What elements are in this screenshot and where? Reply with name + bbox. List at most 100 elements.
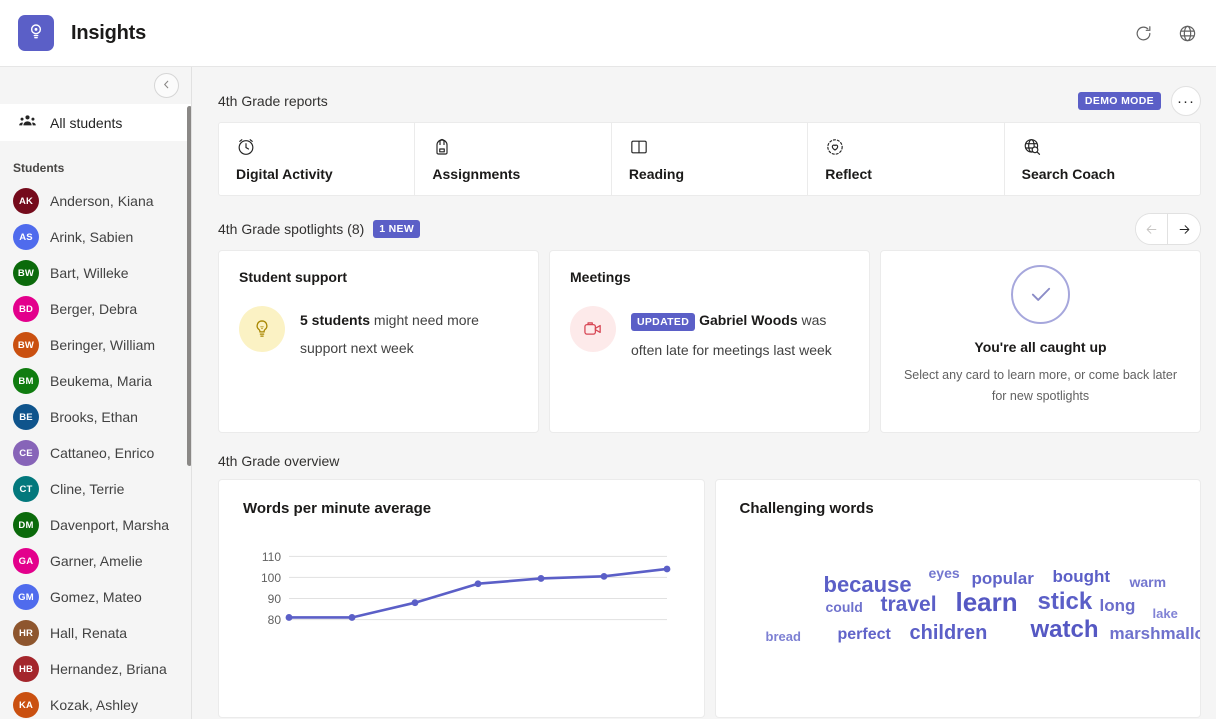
student-list-item[interactable]: KAKozak, Ashley [0, 687, 192, 719]
student-list-item[interactable]: BWBart, Willeke [0, 255, 192, 291]
report-tab-reading[interactable]: Reading [612, 123, 808, 195]
overview-card-words-per-minute[interactable]: Words per minute average 8090100110 [218, 479, 705, 718]
lightbulb-icon [239, 306, 285, 352]
report-tab-label: Reading [629, 166, 807, 182]
student-list-item[interactable]: AK Anderson, Kiana [0, 183, 192, 219]
avatar: HB [13, 656, 39, 682]
student-name: Beukema, Maria [50, 373, 152, 389]
word-cloud-word[interactable]: marshmallow [1110, 625, 1202, 642]
word-cloud-word[interactable]: lake [1153, 607, 1178, 620]
word-cloud-word[interactable]: watch [1031, 618, 1099, 642]
student-list-item[interactable]: HR Hall, Renata [0, 615, 192, 651]
overview-card-challenging-words[interactable]: Challenging words becauseeyespopularboug… [715, 479, 1202, 718]
student-name: Beringer, William [50, 337, 155, 353]
report-tab-label: Digital Activity [236, 166, 414, 182]
student-name: Anderson, Kiana [50, 193, 154, 209]
chart-line [289, 569, 667, 617]
avatar: CT [13, 476, 39, 502]
chart-data-point[interactable] [286, 614, 293, 621]
word-cloud-word[interactable]: bought [1053, 568, 1111, 585]
spotlight-card-caught-up[interactable]: You're all caught up Select any card to … [880, 250, 1201, 433]
student-list-item[interactable]: BMBeukema, Maria [0, 363, 192, 399]
student-list-item[interactable]: DM Davenport, Marsha [0, 507, 192, 543]
chart-data-point[interactable] [601, 573, 608, 580]
y-axis-tick-label: 80 [268, 613, 282, 627]
word-cloud-word[interactable]: stick [1038, 590, 1093, 614]
report-tab-label: Assignments [432, 166, 610, 182]
student-list-item[interactable]: HB Hernandez, Briana [0, 651, 192, 687]
avatar: KA [13, 692, 39, 718]
avatar: BW [13, 260, 39, 286]
avatar: DM [13, 512, 39, 538]
student-list-item[interactable]: CTCline, Terrie [0, 471, 192, 507]
student-name: Hall, Renata [50, 625, 127, 641]
spotlights-section-header: 4th Grade spotlights (8) 1 NEW [218, 218, 1201, 240]
sidebar: All students Students AKAnderson, KianaA… [0, 67, 192, 719]
sidebar-collapse-button[interactable] [154, 73, 179, 98]
word-cloud-word[interactable]: could [826, 600, 863, 614]
word-cloud-word[interactable]: travel [881, 594, 937, 615]
chart-data-point[interactable] [538, 575, 545, 582]
word-cloud-word[interactable]: bread [766, 630, 801, 643]
student-list-item[interactable]: CECattaneo, Enrico [0, 435, 192, 471]
spotlight-text-bold-meetings: Gabriel Woods [699, 312, 798, 328]
sidebar-scroll-area: All students Students AKAnderson, KianaA… [0, 104, 192, 719]
chart-data-point[interactable] [475, 580, 482, 587]
word-cloud-word[interactable]: popular [972, 570, 1034, 587]
word-cloud-word[interactable]: learn [956, 589, 1018, 615]
word-cloud-word[interactable]: long [1100, 597, 1136, 614]
spotlights-section-label: 4th Grade spotlights (8) [218, 221, 364, 237]
spotlight-title-student-support: Student support [239, 269, 518, 285]
sidebar-item-all-students-label: All students [50, 115, 122, 131]
report-tab-assignments[interactable]: Assignments [415, 123, 611, 195]
globe-icon[interactable] [1172, 18, 1202, 48]
overview-cards: Words per minute average 8090100110 Chal… [218, 479, 1201, 718]
avatar: BE [13, 404, 39, 430]
arrow-right-icon[interactable] [1168, 214, 1200, 244]
student-list-item[interactable]: ASArink, Sabien [0, 219, 192, 255]
word-cloud-word[interactable]: children [910, 623, 988, 643]
student-name: Hernandez, Briana [50, 661, 167, 677]
student-name: Berger, Debra [50, 301, 137, 317]
more-options-button[interactable]: ··· [1171, 86, 1201, 116]
chart-data-point[interactable] [664, 566, 671, 573]
student-list-item[interactable]: BDBerger, Debra [0, 291, 192, 327]
book-icon [629, 137, 807, 157]
avatar: AK [13, 188, 39, 214]
student-name: Davenport, Marsha [50, 517, 169, 533]
word-cloud-word[interactable]: eyes [929, 566, 960, 580]
globe-search-icon [1022, 137, 1200, 157]
challenging-words-title: Challenging words [740, 500, 1177, 517]
video-camera-icon [570, 306, 616, 352]
reports-header-actions: DEMO MODE ··· [1078, 86, 1201, 116]
report-tab-reflect[interactable]: Reflect [808, 123, 1004, 195]
sidebar-divider [191, 67, 192, 719]
avatar: HR [13, 620, 39, 646]
checkmark-circle-icon [1011, 265, 1070, 324]
avatar: GA [13, 548, 39, 574]
report-tab-search-coach[interactable]: Search Coach [1005, 123, 1200, 195]
backpack-icon [432, 137, 610, 157]
caught-up-title: You're all caught up [974, 339, 1106, 355]
spotlight-card-meetings[interactable]: Meetings UPDATEDGabriel Woods was often … [549, 250, 870, 433]
words-per-minute-title: Words per minute average [243, 500, 680, 517]
chart-data-point[interactable] [412, 599, 419, 606]
spotlights-header-left: 4th Grade spotlights (8) 1 NEW [218, 220, 420, 238]
student-list-item[interactable]: GAGarner, Amelie [0, 543, 192, 579]
word-cloud: becauseeyespopularboughtwarmcouldtravell… [738, 552, 1191, 682]
spotlight-card-student-support[interactable]: Student support 5 students might need mo… [218, 250, 539, 433]
word-cloud-word[interactable]: perfect [838, 627, 891, 643]
student-list-item[interactable]: BWBeringer, William [0, 327, 192, 363]
arrow-left-icon[interactable] [1136, 214, 1168, 244]
refresh-icon[interactable] [1128, 18, 1158, 48]
student-list-item[interactable]: BEBrooks, Ethan [0, 399, 192, 435]
student-name: Arink, Sabien [50, 229, 133, 245]
word-cloud-word[interactable]: warm [1130, 575, 1167, 589]
chart-data-point[interactable] [349, 614, 356, 621]
sidebar-item-all-students[interactable]: All students [0, 104, 192, 141]
report-tab-digital-activity[interactable]: Digital Activity [219, 123, 415, 195]
student-list-item[interactable]: GMGomez, Mateo [0, 579, 192, 615]
student-name: Gomez, Mateo [50, 589, 142, 605]
collapse-row [0, 67, 192, 104]
student-name: Cattaneo, Enrico [50, 445, 154, 461]
